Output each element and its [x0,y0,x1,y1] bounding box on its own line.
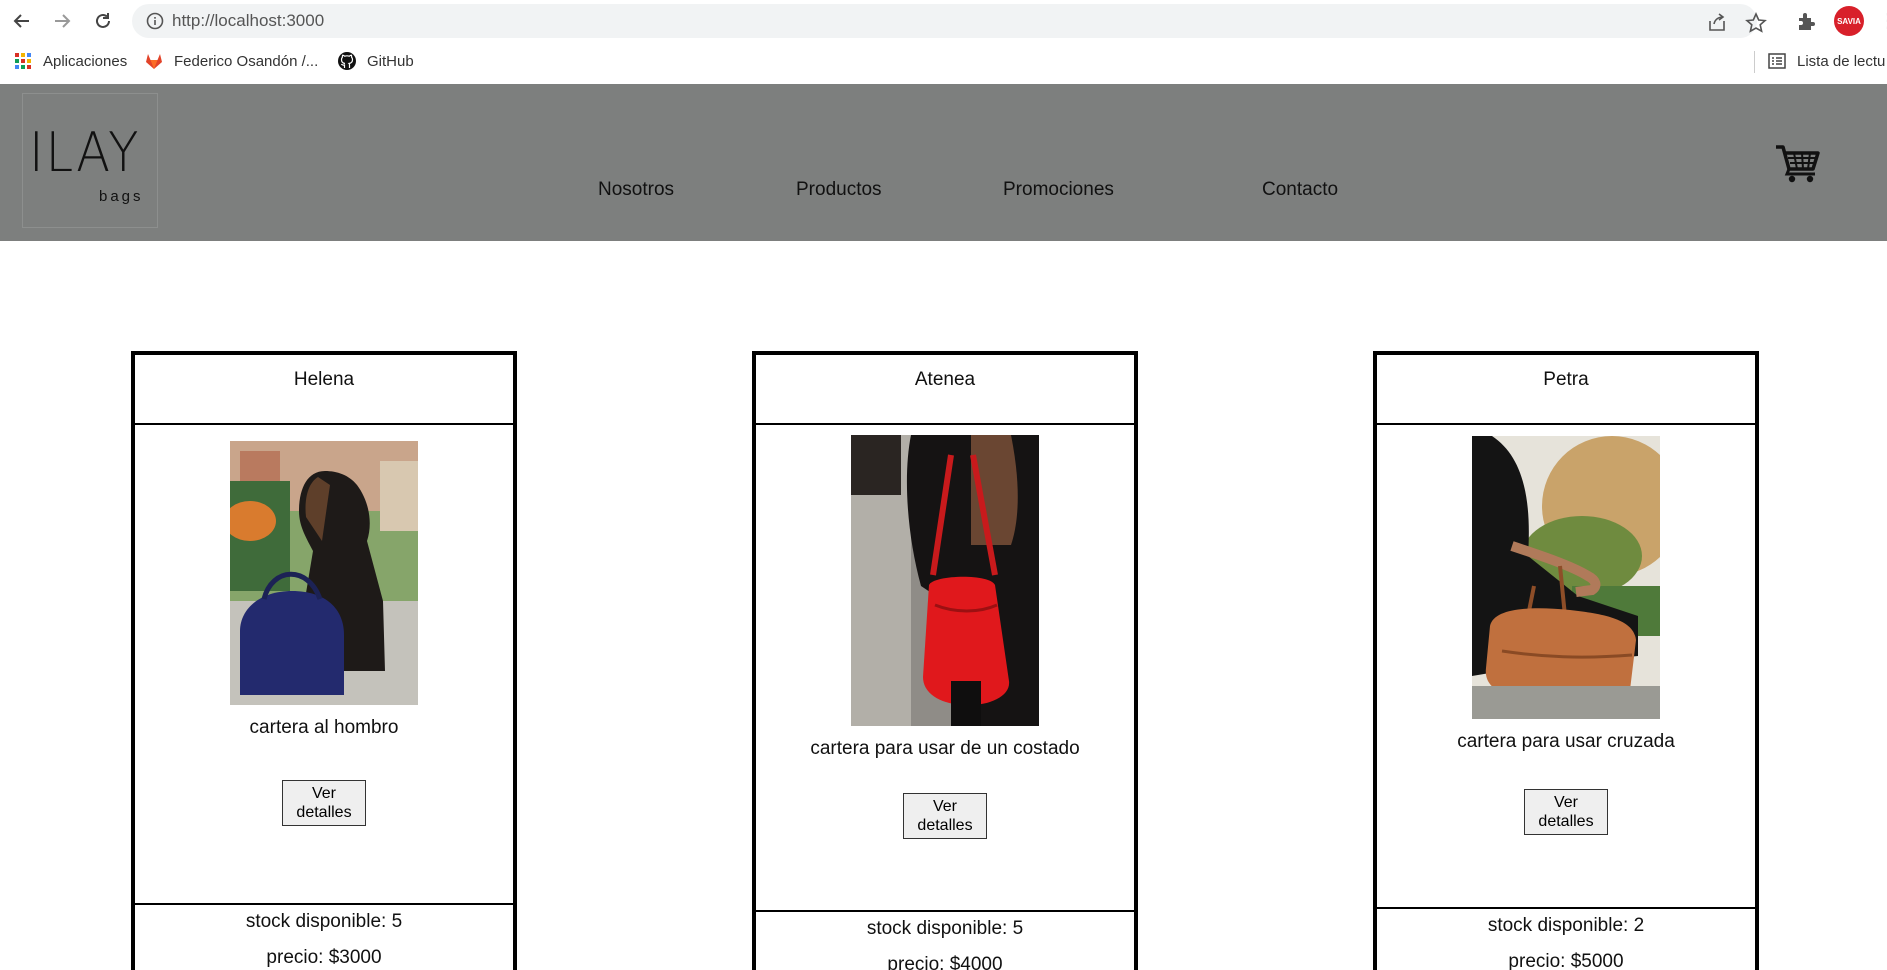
product-name: Atenea [756,355,1134,425]
gitlab-icon [146,54,162,69]
product-stock: stock disponible: 2 [1487,915,1645,936]
product-photo[interactable] [1472,436,1660,719]
bookmark-label: Aplicaciones [43,52,128,70]
reading-list-icon [1768,53,1786,69]
product-image [230,441,418,705]
product-stock: stock disponible: 5 [245,911,403,932]
bookmark-gitlab[interactable]: Federico Osandón /... [144,42,318,80]
profile-avatar[interactable]: SAVIA [1834,6,1864,36]
kebab-menu-icon[interactable]: ⋮ [1878,10,1887,32]
nav-nosotros[interactable]: Nosotros [598,179,674,201]
product-price: precio: $5000 [1508,951,1624,970]
product-card-petra: Petra cartera para usar cruzada Ver deta… [1373,351,1759,970]
view-details-button[interactable]: Ver detalles [1524,789,1608,835]
reading-list-label: Lista de lectu [1797,52,1886,70]
apps-grid-icon [15,53,31,69]
bookmark-label: Federico Osandón /... [174,52,319,70]
logo-subtitle: bags [99,188,144,205]
product-footer: stock disponible: 5 precio: $4000 [756,910,1134,970]
site-header: ILAY bags Nosotros Productos Promociones… [0,84,1887,241]
nav-productos[interactable]: Productos [796,179,882,201]
product-name: Helena [135,355,513,425]
bookmark-apps[interactable]: Aplicaciones [13,42,127,80]
product-image [851,435,1039,726]
nav-promociones[interactable]: Promociones [1003,179,1114,201]
puzzle-extension-icon[interactable] [1796,10,1818,32]
reload-icon [96,13,110,28]
product-stock: stock disponible: 5 [866,918,1024,939]
product-description: cartera para usar de un costado [810,738,1080,759]
bookmark-label: GitHub [367,52,414,70]
shopping-cart-icon[interactable] [1775,144,1821,184]
product-footer: stock disponible: 2 precio: $5000 [1377,907,1755,970]
product-photo[interactable] [851,435,1039,726]
site-logo[interactable]: ILAY bags [22,93,158,228]
bookmarks-bar: Aplicaciones Federico Osandón /... GitHu… [0,42,1887,84]
reading-list[interactable]: Lista de lectu [1767,42,1885,80]
logo-wordmark: ILAY [29,121,141,184]
view-details-button[interactable]: Ver detalles [903,793,987,839]
reload-button[interactable] [89,8,117,34]
product-description: cartera para usar cruzada [1457,731,1675,752]
arrow-left-icon [13,14,29,28]
star-icon[interactable] [1745,12,1767,34]
product-image [1472,436,1660,719]
forward-button[interactable] [48,8,76,34]
product-description: cartera al hombro [249,717,399,738]
url-text[interactable]: http://localhost:3000 [172,4,324,38]
bookmark-github[interactable]: GitHub [337,42,414,80]
arrow-right-icon [55,14,71,28]
product-price: precio: $3000 [266,947,382,968]
share-icon[interactable] [1706,12,1728,34]
github-icon [338,52,356,70]
browser-toolbar: http://localhost:3000 SAVIA ⋮ [0,0,1887,42]
product-card-atenea: Atenea cartera para usar de un costado V… [752,351,1138,970]
product-footer: stock disponible: 5 precio: $3000 [135,903,513,970]
product-photo[interactable] [230,441,418,705]
view-details-button[interactable]: Ver detalles [282,780,366,826]
back-button[interactable] [8,8,36,34]
product-price: precio: $4000 [887,954,1003,970]
product-card-helena: Helena cartera al hombro Ver detalles st… [131,351,517,970]
address-bar[interactable]: http://localhost:3000 [132,4,1767,38]
bookmarks-divider [1754,51,1755,73]
nav-contacto[interactable]: Contacto [1262,179,1338,201]
product-name: Petra [1377,355,1755,425]
info-icon[interactable] [146,12,164,30]
